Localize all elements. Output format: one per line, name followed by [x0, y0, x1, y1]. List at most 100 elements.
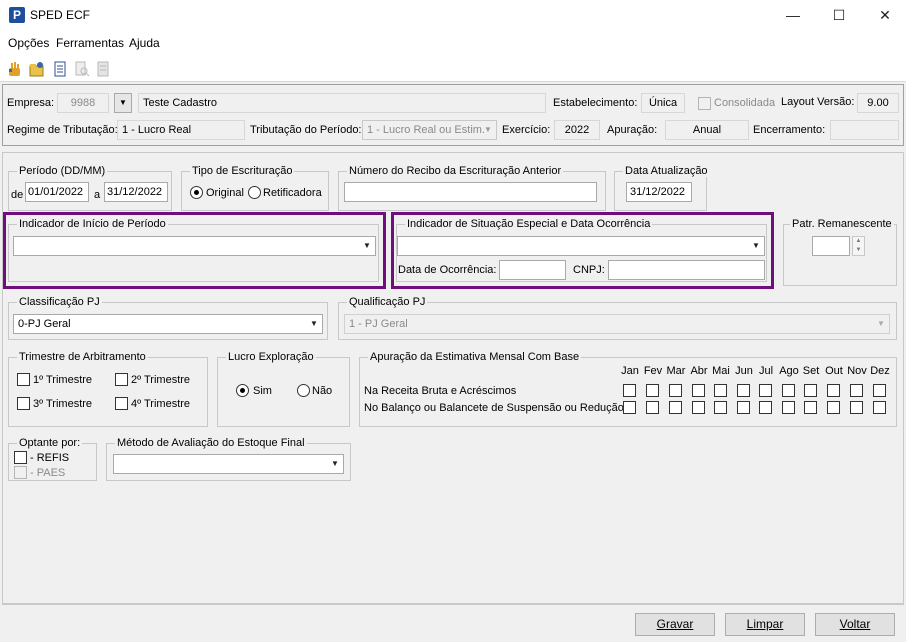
encerramento-value: [830, 120, 899, 140]
original-radio[interactable]: [190, 186, 203, 199]
patr-remanescente-input[interactable]: [812, 236, 850, 256]
trimestre-group: Trimestre de Arbitramento: [8, 351, 208, 427]
periodo-a-label: a: [94, 189, 101, 201]
numero-recibo-input[interactable]: [344, 182, 597, 202]
settings-folder-icon[interactable]: [29, 61, 45, 77]
periodo-de-label: de: [11, 189, 24, 201]
radio-unselected-icon: [297, 384, 310, 397]
receita-bruta-month-checkbox[interactable]: [623, 384, 636, 397]
month-label: Jul: [758, 365, 774, 377]
original-label: Original: [206, 187, 244, 199]
gravar-button[interactable]: Gravar: [635, 613, 715, 636]
data-ocorrencia-label: Data de Ocorrência:: [398, 264, 497, 276]
tipo-escrituracao-title: Tipo de Escrituração: [190, 165, 295, 177]
empresa-code-field: 9988: [57, 93, 109, 113]
data-atualizacao-title: Data Atualização: [623, 165, 710, 177]
receita-bruta-month-checkbox[interactable]: [873, 384, 886, 397]
menu-ajuda[interactable]: Ajuda: [129, 36, 160, 50]
balanco-month-checkbox[interactable]: [804, 401, 817, 414]
receita-bruta-month-checkbox[interactable]: [804, 384, 817, 397]
periodo-a-input[interactable]: 31/12/2022: [104, 182, 168, 202]
trimestre-3-checkbox[interactable]: [17, 397, 30, 410]
balanco-month-checkbox[interactable]: [737, 401, 750, 414]
refis-checkbox[interactable]: [14, 451, 27, 464]
menu-ferramentas[interactable]: Ferramentas: [56, 36, 124, 50]
search-document-icon: [75, 61, 90, 77]
indicador-situacao-select[interactable]: ▼: [397, 236, 765, 256]
radio-unselected-icon: [248, 186, 261, 199]
cnpj-input[interactable]: [608, 260, 765, 280]
tributacao-select: 1 - Lucro Real ou Estim. ▼: [362, 120, 497, 140]
balanco-month-checkbox[interactable]: [873, 401, 886, 414]
exercicio-value: 2022: [554, 120, 600, 140]
balanco-month-checkbox[interactable]: [759, 401, 772, 414]
month-label: Nov: [847, 365, 867, 377]
trimestre-2-label: 2º Trimestre: [131, 374, 191, 386]
receita-bruta-month-checkbox[interactable]: [737, 384, 750, 397]
paes-label: - PAES: [30, 467, 66, 479]
periodo-de-input[interactable]: 01/01/2022: [25, 182, 89, 202]
metodo-estoque-select[interactable]: ▼: [113, 454, 344, 474]
patr-remanescente-spinner[interactable]: ▲ ▼: [852, 236, 865, 256]
lucro-sim-radio[interactable]: [236, 384, 249, 397]
receita-bruta-month-checkbox[interactable]: [759, 384, 772, 397]
menu-opcoes[interactable]: Opções: [8, 36, 49, 50]
trimestre-2-checkbox[interactable]: [115, 373, 128, 386]
receita-bruta-month-checkbox[interactable]: [646, 384, 659, 397]
retificadora-label: Retificadora: [263, 187, 322, 199]
receita-bruta-month-checkbox[interactable]: [692, 384, 705, 397]
balanco-month-checkbox[interactable]: [714, 401, 727, 414]
data-ocorrencia-input[interactable]: [499, 260, 566, 280]
balanco-month-checkbox[interactable]: [850, 401, 863, 414]
metodo-estoque-title: Método de Avaliação do Estoque Final: [115, 437, 307, 449]
balanco-month-checkbox[interactable]: [646, 401, 659, 414]
retificadora-radio[interactable]: [248, 186, 261, 199]
indicador-inicio-select[interactable]: ▼: [13, 236, 376, 256]
exercicio-label: Exercício:: [502, 124, 551, 136]
report-icon: [97, 61, 109, 77]
consolidada-checkbox: [698, 97, 711, 110]
regime-label: Regime de Tributação:: [7, 124, 118, 136]
tributacao-value: 1 - Lucro Real ou Estim.: [367, 124, 485, 136]
month-label: Fev: [643, 365, 663, 377]
document-icon[interactable]: [52, 61, 68, 77]
trimestre-1-checkbox[interactable]: [17, 373, 30, 386]
cnpj-label: CNPJ:: [573, 264, 605, 276]
balanco-month-checkbox[interactable]: [692, 401, 705, 414]
empresa-select-button[interactable]: ▼: [114, 93, 132, 113]
balanco-label: No Balanço ou Balancete de Suspensão ou …: [364, 402, 624, 414]
indicador-inicio-title: Indicador de Início de Período: [17, 218, 168, 230]
trimestre-4-checkbox[interactable]: [115, 397, 128, 410]
chevron-down-icon: ▼: [363, 241, 371, 250]
hand-tool-icon[interactable]: [7, 61, 23, 77]
classificacao-pj-select[interactable]: 0-PJ Geral ▼: [13, 314, 323, 334]
chevron-down-icon: ▼: [310, 319, 318, 328]
balanco-month-checkbox[interactable]: [782, 401, 795, 414]
empresa-name-field: Teste Cadastro: [138, 93, 546, 113]
month-label: Dez: [870, 365, 890, 377]
limpar-label: Limpar: [746, 617, 784, 631]
indicador-situacao-title: Indicador de Situação Especial e Data Oc…: [405, 218, 653, 230]
lucro-nao-radio[interactable]: [297, 384, 310, 397]
toolbar: [0, 56, 906, 82]
voltar-button[interactable]: Voltar: [815, 613, 895, 636]
limpar-button[interactable]: Limpar: [725, 613, 805, 636]
chevron-down-icon: ▼: [877, 319, 885, 328]
close-button[interactable]: ✕: [862, 0, 906, 30]
lucro-exploracao-title: Lucro Exploração: [226, 351, 316, 363]
receita-bruta-month-checkbox[interactable]: [714, 384, 727, 397]
receita-bruta-month-checkbox[interactable]: [850, 384, 863, 397]
data-atualizacao-input[interactable]: 31/12/2022: [626, 182, 692, 202]
receita-bruta-month-checkbox[interactable]: [782, 384, 795, 397]
receita-bruta-month-checkbox[interactable]: [827, 384, 840, 397]
balanco-month-checkbox[interactable]: [623, 401, 636, 414]
receita-bruta-month-checkbox[interactable]: [669, 384, 682, 397]
radio-selected-icon: [190, 186, 203, 199]
lucro-nao-label: Não: [312, 385, 333, 397]
app-logo-icon: P: [9, 7, 25, 23]
maximize-button[interactable]: ☐: [816, 0, 862, 30]
minimize-button[interactable]: —: [770, 0, 816, 30]
balanco-month-checkbox[interactable]: [669, 401, 682, 414]
balanco-month-checkbox[interactable]: [827, 401, 840, 414]
apuracao-value: Anual: [665, 120, 749, 140]
